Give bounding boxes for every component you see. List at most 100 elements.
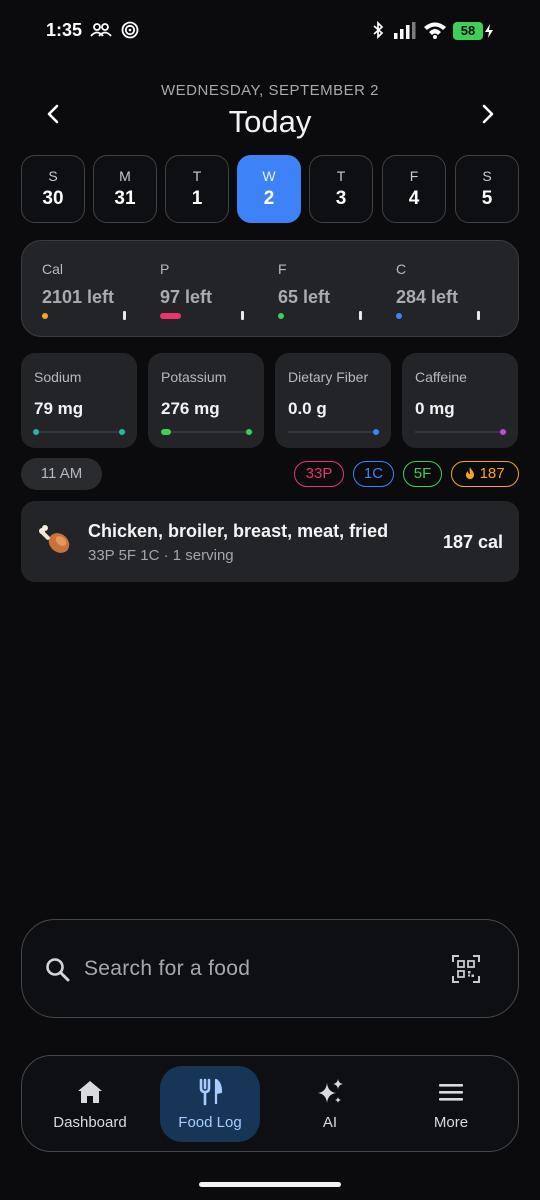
badge-text: 187 xyxy=(479,465,505,482)
badge-text: 33P xyxy=(305,465,333,482)
nutrient-label: Sodium xyxy=(34,369,82,385)
chevron-right-icon xyxy=(482,104,494,124)
day-button[interactable]: T 1 xyxy=(165,155,229,223)
nutrient-value: 0.0 g xyxy=(288,399,327,418)
status-time: 1:35 xyxy=(46,20,83,40)
macro-carbs: C 284 left xyxy=(396,261,506,308)
macro-progress-bar xyxy=(396,313,402,319)
nutrient-label: Potassium xyxy=(161,369,227,385)
nutrient-start-dot xyxy=(33,429,39,435)
next-day-button[interactable] xyxy=(474,100,502,128)
badge-text: 1C xyxy=(363,465,384,482)
macro-progress-bar xyxy=(278,313,284,319)
nutrient-label: Caffeine xyxy=(415,369,467,385)
meal-time-chip[interactable]: 11 AM xyxy=(21,458,102,490)
spiral-icon xyxy=(121,21,139,39)
macros-summary-card[interactable]: Cal 2101 left P 97 left F 65 left C 284 … xyxy=(21,240,519,337)
nav-label: Food Log xyxy=(178,1114,242,1131)
macro-value: 65 left xyxy=(278,287,331,307)
nutrient-track xyxy=(34,431,126,433)
page-title: Today xyxy=(228,104,312,139)
macro-label: P xyxy=(160,261,170,277)
macro-goal-tick xyxy=(241,311,244,320)
macro-label: Cal xyxy=(42,261,64,277)
date-subtitle: WEDNESDAY, SEPTEMBER 2 xyxy=(161,82,379,99)
menu-icon xyxy=(439,1084,463,1101)
food-calories: 187 cal xyxy=(442,532,503,552)
nutrient-goal-dot xyxy=(119,429,125,435)
search-input[interactable] xyxy=(84,950,424,988)
day-button[interactable]: T 3 xyxy=(309,155,373,223)
day-letter: S xyxy=(48,168,58,184)
nav-label: More xyxy=(433,1114,469,1131)
poultry-leg-icon xyxy=(39,525,70,553)
chevron-left-icon xyxy=(47,104,59,124)
macro-value: 284 left xyxy=(396,287,459,307)
nutrient-card-sodium[interactable]: Sodium 79 mg xyxy=(21,353,137,448)
nav-dashboard[interactable]: Dashboard xyxy=(40,1066,140,1142)
day-letter: F xyxy=(409,168,419,184)
sparkles-icon xyxy=(318,1079,343,1103)
search-icon xyxy=(46,958,70,982)
day-letter: M xyxy=(119,168,131,184)
nutrient-card-potassium[interactable]: Potassium 276 mg xyxy=(148,353,264,448)
food-entry-row[interactable]: Chicken, broiler, breast, meat, fried 33… xyxy=(21,501,519,582)
fat-badge: 5F xyxy=(403,461,442,487)
day-number: 4 xyxy=(408,188,420,209)
macro-label: C xyxy=(396,261,407,277)
nutrient-card-caffeine[interactable]: Caffeine 0 mg xyxy=(402,353,518,448)
battery-icon: 58 xyxy=(453,22,483,40)
nav-label: Dashboard xyxy=(53,1114,127,1131)
nav-ai[interactable]: AI xyxy=(280,1066,380,1142)
day-button[interactable]: S 30 xyxy=(21,155,85,223)
day-button[interactable]: M 31 xyxy=(93,155,157,223)
macro-progress-bar xyxy=(160,313,181,319)
previous-day-button[interactable] xyxy=(39,100,67,128)
nutrient-goal-dot xyxy=(500,429,506,435)
macro-goal-tick xyxy=(359,311,362,320)
nutrient-value: 79 mg xyxy=(34,399,84,418)
day-button[interactable]: F 4 xyxy=(382,155,446,223)
home-indicator[interactable] xyxy=(199,1182,341,1187)
qr-scan-icon[interactable] xyxy=(452,955,480,983)
food-detail: 33P 5F 1C · 1 serving xyxy=(88,547,234,564)
nutrient-goal-dot xyxy=(373,429,379,435)
week-strip: S 30 M 31 T 1 W 2 T 3 F 4 S 5 xyxy=(21,155,519,223)
flame-icon xyxy=(466,467,475,479)
bluetooth-icon xyxy=(373,21,384,39)
day-number: 1 xyxy=(191,188,203,209)
nav-label: AI xyxy=(322,1114,338,1131)
day-button-selected[interactable]: W 2 xyxy=(237,155,301,223)
macro-protein: P 97 left xyxy=(160,261,270,308)
day-number: 3 xyxy=(335,188,347,209)
macro-value: 97 left xyxy=(160,287,213,307)
status-bar: 1:35 58 xyxy=(0,0,540,62)
day-number: 31 xyxy=(114,188,136,209)
macro-progress-bar xyxy=(42,313,48,319)
day-letter: T xyxy=(192,168,202,184)
wifi-icon xyxy=(424,22,446,39)
day-button[interactable]: S 5 xyxy=(455,155,519,223)
day-letter: W xyxy=(262,168,276,184)
carbs-badge: 1C xyxy=(353,461,394,487)
home-icon xyxy=(78,1081,102,1103)
food-name: Chicken, broiler, breast, meat, fried xyxy=(88,521,389,541)
macro-value: 2101 left xyxy=(42,287,115,307)
nutrient-start-dot xyxy=(161,429,171,435)
nav-food-log[interactable]: Food Log xyxy=(160,1066,260,1142)
calories-badge: 187 xyxy=(451,461,519,487)
nav-more[interactable]: More xyxy=(401,1066,501,1142)
fork-knife-icon xyxy=(199,1078,223,1106)
day-number: 30 xyxy=(42,188,64,209)
macro-goal-tick xyxy=(477,311,480,320)
nutrient-track xyxy=(288,431,380,433)
day-number: 5 xyxy=(481,188,493,209)
badge-text: 5F xyxy=(413,465,432,482)
nutrient-track xyxy=(415,431,507,433)
protein-badge: 33P xyxy=(294,461,344,487)
nutrient-track xyxy=(161,431,253,433)
nutrient-card-dietary-fiber[interactable]: Dietary Fiber 0.0 g xyxy=(275,353,391,448)
day-letter: S xyxy=(482,168,492,184)
search-bar[interactable] xyxy=(21,919,519,1018)
day-number: 2 xyxy=(263,188,275,209)
